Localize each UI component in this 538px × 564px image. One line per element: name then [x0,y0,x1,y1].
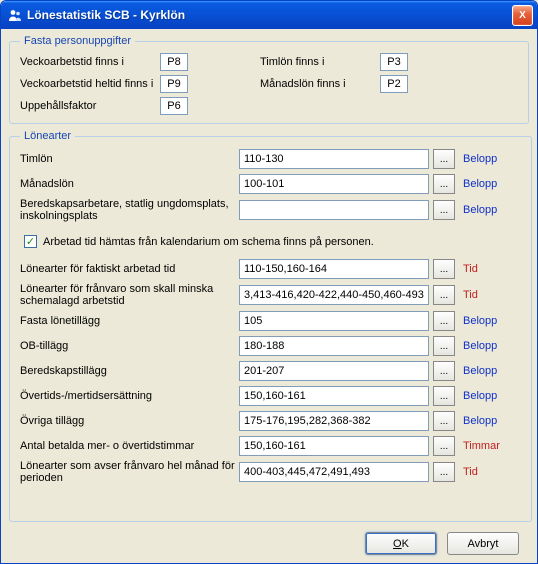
row-label: Antal betalda mer- o övertidstimmar [20,440,235,452]
row-value-input[interactable] [239,436,429,456]
label-uppehallsfaktor: Uppehållsfaktor [20,100,160,112]
row-category: Tid [461,289,521,301]
row-label: Lönearter för frånvaro som skall minska … [20,283,235,307]
row-browse-button[interactable]: ... [433,462,455,482]
row-category: Belopp [461,204,521,216]
label-timlon-finns: Timlön finns i [260,56,380,68]
loneart-row: Antal betalda mer- o övertidstimmar... Ti… [20,435,521,457]
row-browse-button[interactable]: ... [433,311,455,331]
arbetad-tid-checkbox[interactable]: ✓ [24,235,37,248]
group-fasta-personuppgifter: Fasta personuppgifter Veckoarbetstid fin… [9,35,529,124]
row-browse-button[interactable]: ... [433,174,455,194]
row-value-input[interactable] [239,174,429,194]
loneart-row: Övertids-/mertidsersättning... Belopp [20,385,521,407]
row-label: Övriga tillägg [20,415,235,427]
loneart-row: OB-tillägg... Belopp [20,335,521,357]
row-browse-button[interactable]: ... [433,149,455,169]
row-value-input[interactable] [239,411,429,431]
row-value-input[interactable] [239,200,429,220]
row-label: Timlön [20,153,235,165]
row-browse-button[interactable]: ... [433,436,455,456]
app-icon [7,7,23,23]
label-veckoarbetstid-heltid: Veckoarbetstid heltid finns i [20,78,160,90]
titlebar: Lönestatistik SCB - Kyrklön X [1,1,537,29]
dialog-body: Fasta personuppgifter Veckoarbetstid fin… [1,29,537,563]
row-value-input[interactable] [239,285,429,305]
row-browse-button[interactable]: ... [433,259,455,279]
p-manadslon[interactable]: P2 [380,75,408,93]
close-icon: X [519,10,526,21]
group-lonearter: Lönearter Timlön... Belopp Månadslön... Bel… [9,130,532,522]
row-browse-button[interactable]: ... [433,361,455,381]
p-veckoarbetstid-heltid[interactable]: P9 [160,75,188,93]
row-label: OB-tillägg [20,340,235,352]
row-category: Belopp [461,365,521,377]
button-bar: OK Avbryt [9,528,529,555]
row-value-input[interactable] [239,149,429,169]
loneart-row: Lönearter som avser frånvaro hel månad f… [20,460,521,484]
label-veckoarbetstid: Veckoarbetstid finns i [20,56,160,68]
p-timlon[interactable]: P3 [380,53,408,71]
row-browse-button[interactable]: ... [433,336,455,356]
row-value-input[interactable] [239,311,429,331]
checkbox-label: Arbetad tid hämtas från kalendarium om s… [43,236,374,248]
row-category: Belopp [461,390,521,402]
p-veckoarbetstid[interactable]: P8 [160,53,188,71]
row-category: Belopp [461,178,521,190]
cancel-button[interactable]: Avbryt [447,532,519,555]
ok-button[interactable]: OK [365,532,437,555]
row-label: Lönearter för faktiskt arbetad tid [20,263,235,275]
row-browse-button[interactable]: ... [433,285,455,305]
row-category: Belopp [461,415,521,427]
window-title: Lönestatistik SCB - Kyrklön [27,8,512,22]
row-value-input[interactable] [239,259,429,279]
loneart-row: Fasta lönetillägg... Belopp [20,310,521,332]
loneart-row: Beredskapsarbetare, statlig ungdomsplats… [20,198,521,222]
row-value-input[interactable] [239,386,429,406]
close-button[interactable]: X [512,5,533,26]
row-value-input[interactable] [239,361,429,381]
row-browse-button[interactable]: ... [433,386,455,406]
row-category: Belopp [461,340,521,352]
loneart-row: Månadslön... Belopp [20,173,521,195]
row-category: Belopp [461,315,521,327]
row-value-input[interactable] [239,336,429,356]
row-label: Beredskapsarbetare, statlig ungdomsplats… [20,198,235,222]
loneart-row: Beredskapstillägg... Belopp [20,360,521,382]
row-category: Timmar [461,440,521,452]
row-category: Tid [461,466,521,478]
loneart-row: Lönearter för faktiskt arbetad tid... Tid [20,258,521,280]
row-value-input[interactable] [239,462,429,482]
row-browse-button[interactable]: ... [433,200,455,220]
loneart-row: Övriga tillägg... Belopp [20,410,521,432]
row-category: Tid [461,263,521,275]
p-uppehallsfaktor[interactable]: P6 [160,97,188,115]
row-label: Beredskapstillägg [20,365,235,377]
row-browse-button[interactable]: ... [433,411,455,431]
checkbox-row: ✓ Arbetad tid hämtas från kalendarium om… [24,235,521,248]
row-label: Fasta lönetillägg [20,315,235,327]
row-category: Belopp [461,153,521,165]
loneart-row: Lönearter för frånvaro som skall minska … [20,283,521,307]
row-label: Övertids-/mertidsersättning [20,390,235,402]
row-label: Lönearter som avser frånvaro hel månad f… [20,460,235,484]
label-manadslon-finns: Månadslön finns i [260,78,380,90]
window: Lönestatistik SCB - Kyrklön X Fasta pers… [0,0,538,564]
group-legend: Fasta personuppgifter [20,35,135,47]
loneart-row: Timlön... Belopp [20,148,521,170]
group-legend: Lönearter [20,130,75,142]
row-label: Månadslön [20,178,235,190]
